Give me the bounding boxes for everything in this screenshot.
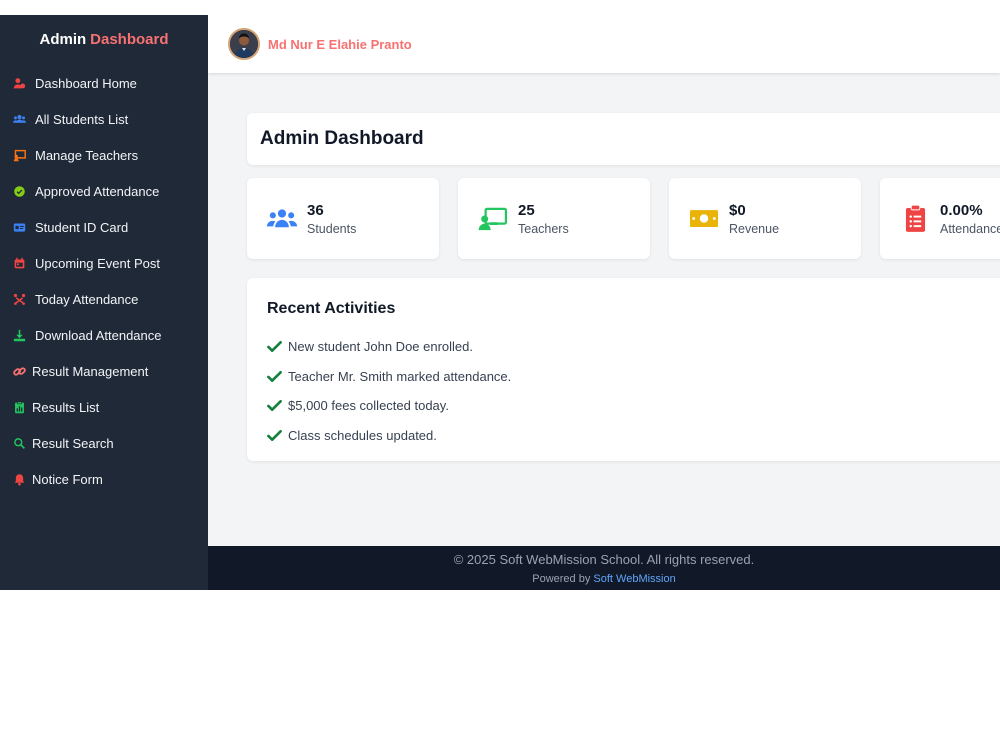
user-tie-icon	[12, 76, 26, 90]
powered-by-prefix: Powered by	[532, 573, 591, 585]
app-shell: Admin Dashboard Dashboard Home All Studen…	[0, 15, 1000, 590]
check-icon	[267, 341, 282, 353]
stat-label: Students	[307, 221, 357, 236]
topbar: Md Nur E Elahie Pranto	[208, 15, 1000, 73]
people-arrows-icon	[12, 292, 26, 306]
stat-label: Teachers	[518, 221, 569, 236]
recent-activities-heading: Recent Activities	[267, 300, 396, 317]
page-title: Admin Dashboard	[260, 128, 424, 149]
stat-label: Attendance	[940, 221, 1000, 236]
sidebar-item-label: Dashboard Home	[35, 75, 137, 91]
stat-card-teachers: 25 Teachers	[458, 178, 650, 259]
sidebar-item-result-management[interactable]: Result Management	[0, 353, 208, 389]
stats-row: 36 Students 25 Teachers $0 Revenue 0.00%…	[247, 178, 1000, 259]
list-item: Teacher Mr. Smith marked attendance.	[267, 362, 1000, 392]
money-bill-icon	[687, 205, 721, 233]
bell-icon	[12, 472, 26, 486]
stat-card-revenue: $0 Revenue	[669, 178, 861, 259]
stat-label: Revenue	[729, 221, 780, 236]
brand-title-accent: Dashboard	[90, 31, 169, 48]
sidebar-item-label: Results List	[32, 399, 100, 415]
check-icon	[267, 400, 282, 412]
footer: © 2025 Soft WebMission School. All right…	[208, 546, 1000, 590]
stat-text: $0 Revenue	[729, 202, 779, 236]
sidebar: Admin Dashboard Dashboard Home All Studen…	[0, 15, 208, 590]
stat-value: 0.00%	[940, 201, 983, 219]
sidebar-item-label: Approved Attendance	[35, 183, 160, 199]
list-item: $5,000 fees collected today.	[267, 391, 1000, 421]
sidebar-item-dashboard-home[interactable]: Dashboard Home	[0, 65, 208, 101]
id-card-icon	[12, 220, 26, 234]
check-circle-icon	[12, 184, 26, 198]
sidebar-item-notice-form[interactable]: Notice Form	[0, 461, 208, 497]
sidebar-item-manage-teachers[interactable]: Manage Teachers	[0, 137, 208, 173]
link-icon	[12, 364, 26, 378]
sidebar-item-label: Upcoming Event Post	[35, 255, 161, 271]
stat-text: 25 Teachers	[518, 202, 569, 236]
sidebar-item-label: Notice Form	[32, 471, 103, 487]
sidebar-item-label: Today Attendance	[35, 291, 139, 307]
content: Admin Dashboard 36 Students 25 Teachers …	[208, 73, 1000, 546]
user-photo-icon	[230, 30, 258, 58]
sidebar-item-label: Result Management	[32, 363, 149, 379]
sidebar-item-upcoming-event-post[interactable]: Upcoming Event Post	[0, 245, 208, 281]
stat-card-students: 36 Students	[247, 178, 439, 259]
users-icon	[265, 205, 299, 233]
chalkboard-teacher-icon	[12, 148, 26, 162]
list-item: New student John Doe enrolled.	[267, 332, 1000, 362]
sidebar-item-result-search[interactable]: Result Search	[0, 425, 208, 461]
brand-title-main: Admin	[39, 31, 87, 48]
recent-activities-card: Recent Activities New student John Doe e…	[247, 278, 1000, 461]
footer-powered-by: Powered by Soft WebMission	[208, 573, 1000, 585]
stat-value: 36	[307, 201, 324, 219]
footer-copyright: © 2025 Soft WebMission School. All right…	[453, 552, 755, 567]
activity-text: Class schedules updated.	[288, 427, 437, 443]
users-icon	[12, 112, 26, 126]
sidebar-item-download-attendance[interactable]: Download Attendance	[0, 317, 208, 353]
activity-text: New student John Doe enrolled.	[288, 339, 474, 355]
list-item: Class schedules updated.	[267, 421, 1000, 451]
sidebar-item-student-id-card[interactable]: Student ID Card	[0, 209, 208, 245]
search-icon	[12, 436, 26, 450]
user-name[interactable]: Md Nur E Elahie Pranto	[268, 37, 412, 52]
sidebar-item-label: Manage Teachers	[35, 147, 139, 163]
chalkboard-teacher-icon	[476, 205, 510, 233]
calendar-icon	[12, 256, 26, 270]
page-title-card: Admin Dashboard	[247, 113, 1000, 165]
sidebar-item-results-list[interactable]: Results List	[0, 389, 208, 425]
avatar[interactable]	[228, 28, 260, 60]
sidebar-item-today-attendance[interactable]: Today Attendance	[0, 281, 208, 317]
check-icon	[267, 429, 282, 441]
powered-by-link[interactable]: Soft WebMission	[593, 573, 675, 585]
clipboard-list-icon	[898, 204, 932, 233]
main-area: Md Nur E Elahie Pranto Admin Dashboard 3…	[208, 15, 1000, 590]
sidebar-item-label: Download Attendance	[35, 327, 162, 343]
brand-title: Admin Dashboard	[0, 15, 208, 65]
stat-value: $0	[729, 201, 746, 219]
sidebar-item-all-students[interactable]: All Students List	[0, 101, 208, 137]
clipboard-chart-icon	[12, 400, 26, 414]
sidebar-item-approved-attendance[interactable]: Approved Attendance	[0, 173, 208, 209]
download-icon	[12, 328, 26, 342]
activity-text: $5,000 fees collected today.	[288, 398, 449, 414]
activity-text: Teacher Mr. Smith marked attendance.	[288, 368, 512, 384]
sidebar-item-label: All Students List	[35, 111, 129, 127]
stat-card-attendance: 0.00% Attendance	[880, 178, 1000, 259]
stat-value: 25	[518, 201, 535, 219]
stat-text: 0.00% Attendance	[940, 202, 1000, 236]
sidebar-item-label: Student ID Card	[35, 219, 129, 235]
check-icon	[267, 370, 282, 382]
sidebar-item-label: Result Search	[32, 435, 114, 451]
stat-text: 36 Students	[307, 202, 356, 236]
